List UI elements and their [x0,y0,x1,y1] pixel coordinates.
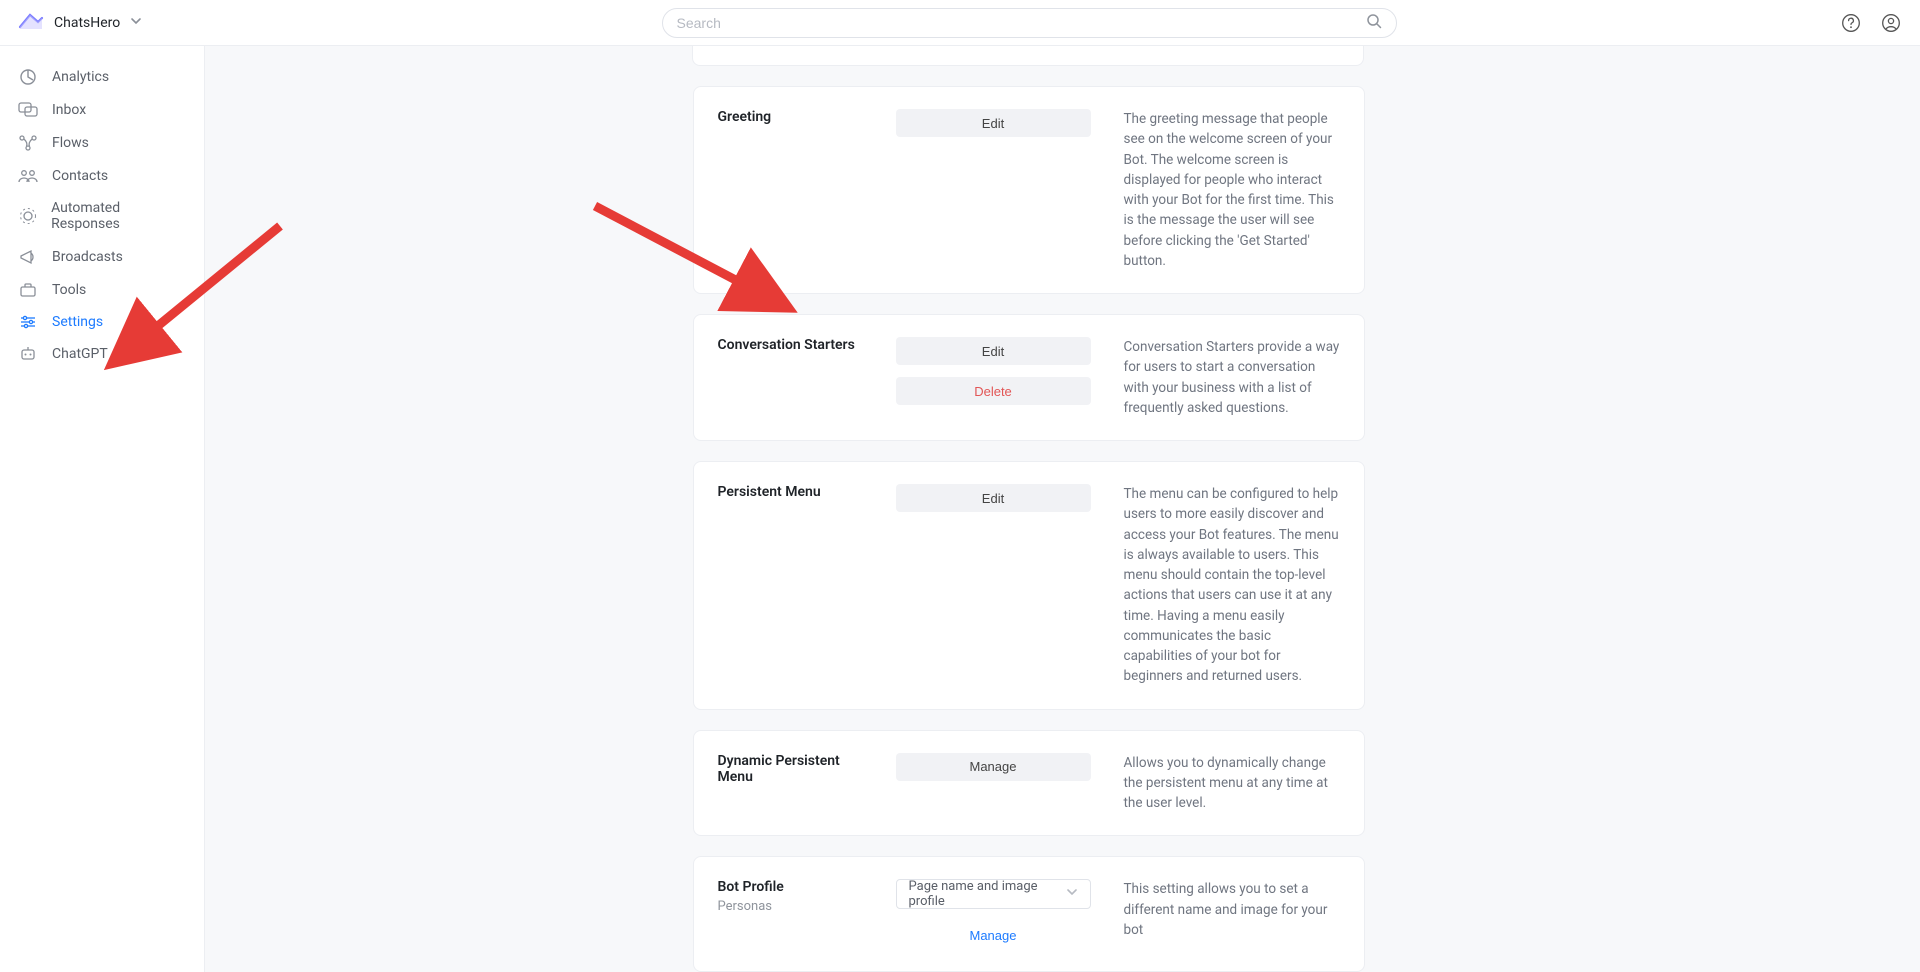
card-persistent-menu: Persistent Menu Edit The menu can be con… [693,461,1365,710]
inbox-icon [18,102,38,118]
delete-button[interactable]: Delete [896,377,1091,405]
edit-button[interactable]: Edit [896,337,1091,365]
automated-icon [18,207,37,225]
search-input[interactable] [677,15,1366,31]
section-title: Persistent Menu [718,484,878,500]
sidebar-item-label: Tools [52,282,86,298]
section-description: The greeting message that people see on … [1124,109,1340,271]
section-title: Conversation Starters [718,337,878,353]
sidebar-item-broadcasts[interactable]: Broadcasts [0,240,204,274]
analytics-icon [18,68,38,86]
chatgpt-icon [18,346,38,362]
profile-select[interactable]: Page name and image profile [896,879,1091,909]
broadcasts-icon [18,248,38,266]
sidebar-item-label: Flows [52,135,89,151]
contacts-icon [18,168,38,184]
sidebar-item-label: Broadcasts [52,249,123,265]
chevron-down-icon[interactable] [130,15,142,31]
sidebar-item-analytics[interactable]: Analytics [0,60,204,94]
main: Greeting Edit The greeting message that … [205,46,1920,972]
sidebar-item-label: Inbox [52,102,86,118]
select-value: Page name and image profile [909,879,1066,909]
card-fragment-top [692,46,1364,66]
help-icon[interactable] [1840,12,1862,34]
chevron-down-icon [1066,886,1078,902]
sidebar-item-inbox[interactable]: Inbox [0,94,204,126]
sidebar-item-label: Automated Responses [51,200,186,232]
sidebar: Analytics Inbox Flows Contacts Automated [0,46,205,972]
flows-icon [18,134,38,152]
sidebar-item-label: Contacts [52,168,108,184]
section-description: This setting allows you to set a differe… [1124,879,1340,949]
card-conversation-starters: Conversation Starters Edit Delete Conver… [693,314,1365,441]
settings-icon [18,314,38,330]
section-title: Dynamic Persistent Menu [718,753,878,785]
edit-button[interactable]: Edit [896,109,1091,137]
edit-button[interactable]: Edit [896,484,1091,512]
manage-link[interactable]: Manage [896,921,1091,949]
sidebar-item-contacts[interactable]: Contacts [0,160,204,192]
topbar: ChatsHero [0,0,1920,46]
section-description: Conversation Starters provide a way for … [1124,337,1340,418]
section-title: Greeting [718,109,878,125]
search-field[interactable] [662,8,1397,38]
section-description: Allows you to dynamically change the per… [1124,753,1340,814]
section-title: Bot Profile [718,879,878,895]
sidebar-item-tools[interactable]: Tools [0,274,204,306]
tools-icon [18,282,38,298]
account-icon[interactable] [1880,12,1902,34]
sidebar-item-settings[interactable]: Settings [0,306,204,338]
card-dynamic-persistent-menu: Dynamic Persistent Menu Manage Allows yo… [693,730,1365,837]
brand[interactable]: ChatsHero [18,13,218,33]
brand-logo-icon [18,13,44,33]
manage-button[interactable]: Manage [896,753,1091,781]
search-icon [1366,13,1382,33]
brand-name: ChatsHero [54,15,120,31]
sidebar-item-label: Analytics [52,69,109,85]
sidebar-item-chatgpt[interactable]: ChatGPT [0,338,204,370]
section-subtitle: Personas [718,899,878,914]
sidebar-item-label: ChatGPT [52,346,108,362]
card-bot-profile: Bot Profile Personas Page name and image… [693,856,1365,972]
card-greeting: Greeting Edit The greeting message that … [693,86,1365,294]
sidebar-item-automated-responses[interactable]: Automated Responses [0,192,204,240]
sidebar-item-label: Settings [52,314,103,330]
sidebar-item-flows[interactable]: Flows [0,126,204,160]
section-description: The menu can be configured to help users… [1124,484,1340,687]
